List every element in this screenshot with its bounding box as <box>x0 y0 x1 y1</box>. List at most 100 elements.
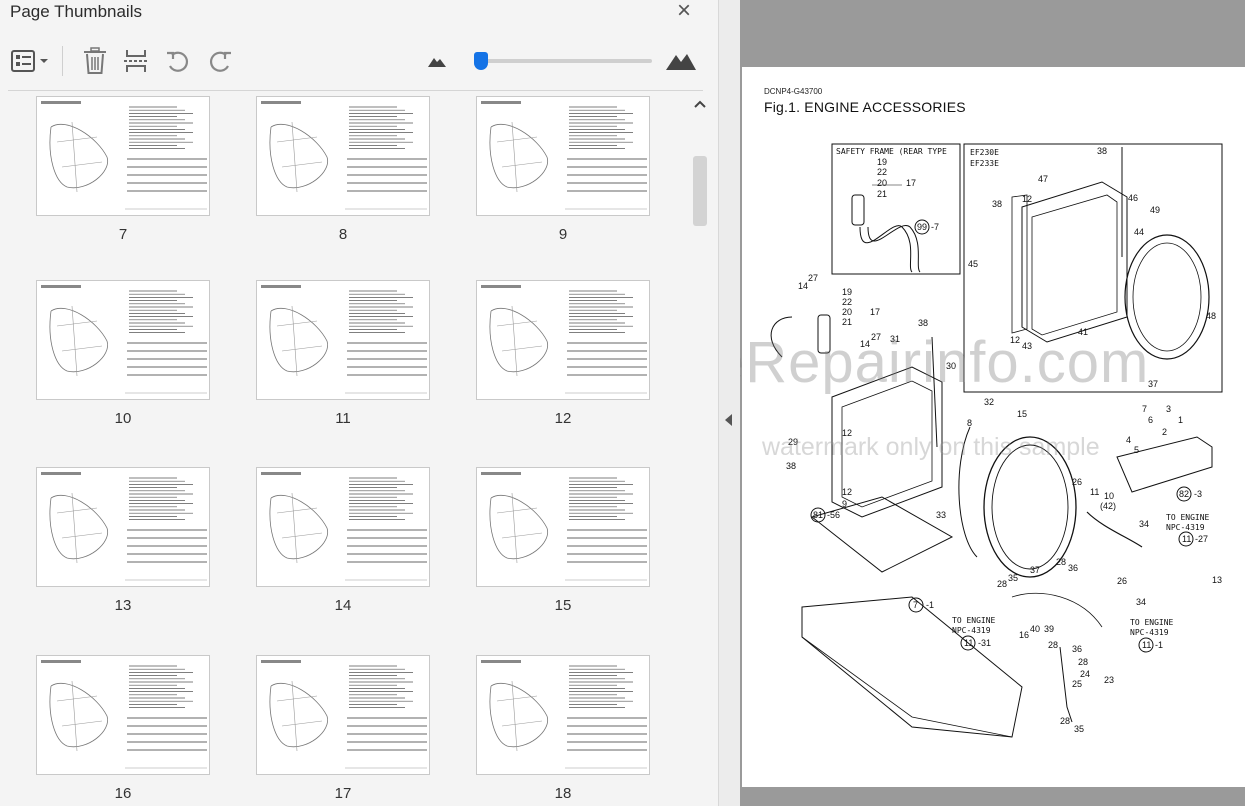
svg-text:5: 5 <box>1134 445 1139 455</box>
panel-splitter[interactable] <box>718 0 740 806</box>
svg-text:47: 47 <box>1038 174 1048 184</box>
page-number-label: 18 <box>554 785 572 802</box>
svg-text:13: 13 <box>1212 575 1222 585</box>
svg-text:17: 17 <box>870 307 880 317</box>
page-number-label: 11 <box>335 410 351 427</box>
svg-text:19: 19 <box>877 157 887 167</box>
document-bottom-margin <box>740 787 1245 806</box>
page-thumbnail[interactable] <box>256 467 430 587</box>
page-thumbnail[interactable] <box>36 655 210 775</box>
svg-text:22: 22 <box>842 297 852 307</box>
page-thumbnail[interactable] <box>256 96 430 216</box>
document-page: DCNP4-G43700 Fig.1. ENGINE ACCESSORIES S… <box>740 67 1245 787</box>
svg-text:38: 38 <box>1097 146 1107 156</box>
collapse-panel-arrow-icon[interactable] <box>725 414 732 426</box>
inset-model-1: EF230E <box>970 148 999 157</box>
page-thumbnail[interactable] <box>256 280 430 400</box>
svg-text:7: 7 <box>1142 404 1147 414</box>
page-number-label: 8 <box>338 226 348 243</box>
thumbnail-grid: 7 8 9 10 11 12 13 14 15 16 17 18 <box>0 92 688 806</box>
thumbnail-toolbar <box>0 40 718 86</box>
extract-pages-icon <box>124 50 148 72</box>
svg-text:(42): (42) <box>1100 501 1116 511</box>
chevron-up-icon[interactable] <box>692 96 708 112</box>
rotate-clockwise-icon <box>210 51 231 72</box>
svg-text:21: 21 <box>877 189 887 199</box>
page-number-label: 13 <box>114 597 132 614</box>
thumbnail-preview <box>261 285 427 394</box>
thumbnail-size-slider-handle[interactable] <box>474 52 488 70</box>
page-thumbnail[interactable] <box>36 280 210 400</box>
svg-text:81: 81 <box>813 510 823 520</box>
zoom-in-thumbnails-button[interactable] <box>664 46 698 76</box>
page-thumbnails-panel: Page Thumbnails × 7 8 9 10 11 12 13 14 1… <box>0 0 718 806</box>
rotate-counterclockwise-icon <box>167 51 188 72</box>
close-icon: × <box>676 0 691 24</box>
svg-text:27: 27 <box>808 273 818 283</box>
zoom-out-thumbnails-button[interactable] <box>426 46 448 76</box>
watermark-sub: watermark only on this sample <box>762 433 1100 461</box>
thumbnail-preview <box>261 660 427 769</box>
svg-text:99: 99 <box>917 222 927 232</box>
svg-text:45: 45 <box>968 259 978 269</box>
svg-text:82: 82 <box>1179 489 1189 499</box>
svg-text:44: 44 <box>1134 227 1144 237</box>
svg-text:-1: -1 <box>926 600 934 610</box>
svg-text:-56: -56 <box>827 510 840 520</box>
svg-text:28: 28 <box>1048 640 1058 650</box>
document-view[interactable]: DCNP4-G43700 Fig.1. ENGINE ACCESSORIES S… <box>740 0 1245 806</box>
panel-header: Page Thumbnails × <box>0 0 718 34</box>
scrollbar-thumb[interactable] <box>693 156 707 226</box>
page-number-label: 14 <box>334 597 352 614</box>
inset-model-2: EF233E <box>970 159 999 168</box>
svg-text:8: 8 <box>967 418 972 428</box>
safety-frame-inset: SAFETY FRAME (REAR TYPE 19 22 20 21 17 9… <box>831 143 961 275</box>
svg-text:26: 26 <box>1072 477 1082 487</box>
to-engine-1-page: -27 <box>1195 534 1208 544</box>
to-engine-2-page: -31 <box>978 638 991 648</box>
page-thumbnail[interactable] <box>476 96 650 216</box>
svg-text:48: 48 <box>1206 311 1216 321</box>
thumbnail-preview <box>261 101 427 210</box>
rotate-counterclockwise-button[interactable] <box>162 46 194 76</box>
page-thumbnail[interactable] <box>476 467 650 587</box>
page-thumbnail[interactable] <box>36 467 210 587</box>
svg-text:15: 15 <box>1017 409 1027 419</box>
toolbar-divider <box>8 90 703 91</box>
page-number-label: 16 <box>114 785 132 802</box>
page-thumbnail[interactable] <box>476 280 650 400</box>
page-number-label: 15 <box>554 597 572 614</box>
page-thumbnail[interactable] <box>256 655 430 775</box>
svg-text:28: 28 <box>1078 657 1088 667</box>
svg-text:20: 20 <box>842 307 852 317</box>
thumbnail-preview <box>261 472 427 581</box>
rotate-clockwise-button[interactable] <box>204 46 236 76</box>
thumbnail-scrollbar[interactable] <box>690 92 710 806</box>
to-engine-3-ref: NPC-4319 <box>1130 628 1169 637</box>
svg-text:35: 35 <box>1074 724 1084 734</box>
page-thumbnail[interactable] <box>476 655 650 775</box>
thumbnail-preview <box>481 660 647 769</box>
close-button[interactable]: × <box>672 0 696 24</box>
svg-text:49: 49 <box>1150 205 1160 215</box>
svg-text:38: 38 <box>992 199 1002 209</box>
thumbnail-preview <box>481 101 647 210</box>
svg-text:40: 40 <box>1030 624 1040 634</box>
svg-text:-3: -3 <box>1194 489 1202 499</box>
svg-text:12: 12 <box>1022 194 1032 204</box>
svg-text:28: 28 <box>997 579 1007 589</box>
thumbnail-options-icon <box>11 50 48 72</box>
thumbnail-preview <box>481 285 647 394</box>
svg-text:22: 22 <box>877 167 887 177</box>
svg-text:34: 34 <box>1139 519 1149 529</box>
to-engine-3-page: -1 <box>1155 640 1163 650</box>
to-engine-2-label: TO ENGINE <box>952 616 996 625</box>
page-thumbnail[interactable] <box>36 96 210 216</box>
thumbnail-preview <box>41 285 207 394</box>
page-number-label: 17 <box>334 785 352 802</box>
extract-pages-button[interactable] <box>120 46 152 76</box>
page-number-label: 9 <box>558 226 568 243</box>
thumbnail-size-slider-track[interactable] <box>476 59 652 63</box>
thumbnail-options-button[interactable] <box>8 46 52 76</box>
delete-pages-button[interactable] <box>80 46 110 76</box>
